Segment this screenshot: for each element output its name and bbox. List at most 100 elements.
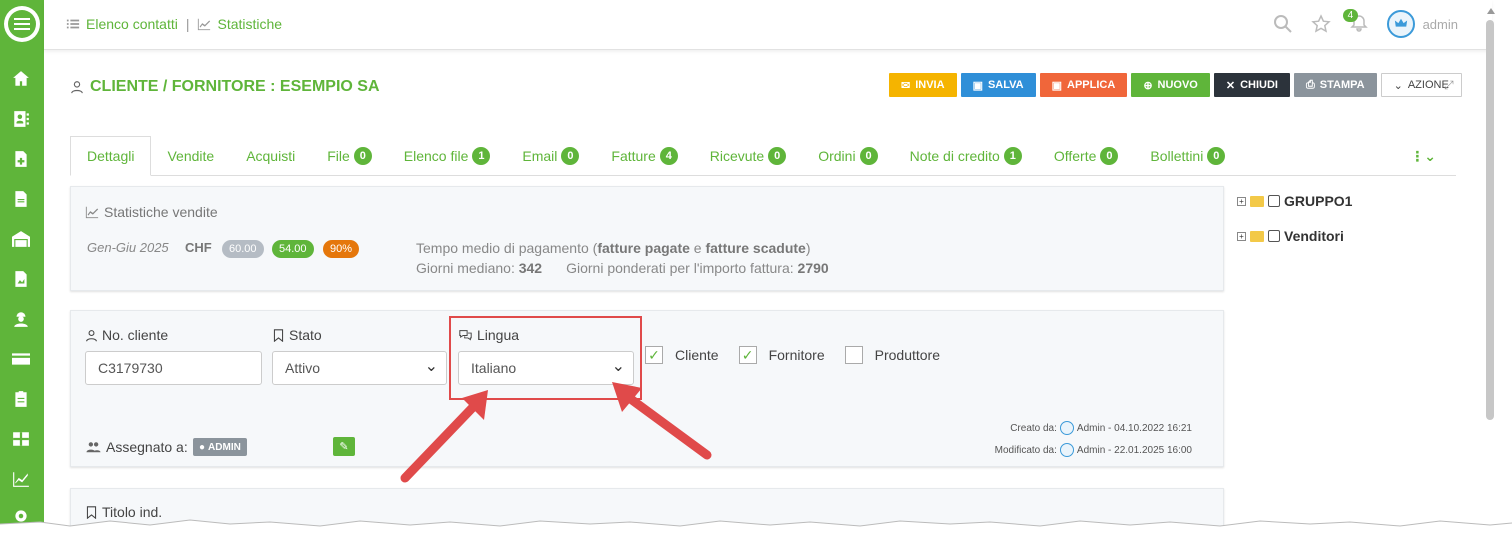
fornitore-checkbox[interactable]: ✓ xyxy=(738,346,757,364)
produttore-checkbox-label: Produttore xyxy=(874,347,940,363)
tab-fatture[interactable]: Fatture 4 xyxy=(595,136,693,176)
expand-plus-icon[interactable]: + xyxy=(1237,231,1246,241)
action-button-label: AZIONE xyxy=(1407,79,1449,91)
expand-plus-icon[interactable]: + xyxy=(1237,196,1246,206)
search-icon[interactable] xyxy=(1273,14,1293,34)
tab-ricevute[interactable]: Ricevute 0 xyxy=(694,136,802,176)
fornitore-checkbox-label: Fornitore xyxy=(768,347,825,363)
grid-icon[interactable] xyxy=(10,428,32,450)
clipboard-icon[interactable] xyxy=(10,388,32,410)
stato-select[interactable]: Attivo xyxy=(272,351,447,385)
new-document-icon[interactable] xyxy=(10,148,32,170)
tab-elenco-file[interactable]: Elenco file 1 xyxy=(388,136,507,176)
page-title-text: CLIENTE / FORNITORE : ESEMPIO SA xyxy=(90,78,380,95)
modified-by: Modificato da: Admin - 22.01.2025 16:00 xyxy=(995,443,1192,457)
giorni-ponderati-label: Giorni ponderati per l'importo fattura: xyxy=(566,260,794,276)
new-button-label: NUOVO xyxy=(1157,79,1198,91)
crumb-contacts-link[interactable]: Elenco contatti xyxy=(86,16,178,32)
tab-email[interactable]: Email 0 xyxy=(506,136,595,176)
floppy-icon: ▣ xyxy=(1051,79,1063,92)
stats-period: Gen-Giu 2025 xyxy=(87,240,169,255)
close-button[interactable]: ✕ CHIUDI xyxy=(1213,73,1290,97)
tab-vendite[interactable]: Vendite xyxy=(151,136,230,176)
tree-checkbox[interactable] xyxy=(1268,195,1280,207)
tab-file[interactable]: File 0 xyxy=(311,136,388,176)
contacts-icon[interactable] xyxy=(10,108,32,130)
no-cliente-input[interactable]: C3179730 xyxy=(85,351,262,385)
tempo-prefix: Tempo medio di pagamento ( xyxy=(416,240,598,256)
notifications[interactable]: 4 xyxy=(1342,8,1369,36)
produttore-checkbox[interactable] xyxy=(844,346,863,364)
expand-icon[interactable]: ⤢ xyxy=(1444,78,1458,92)
tab-label: Note di credito xyxy=(909,148,1000,164)
tree-checkbox[interactable] xyxy=(1268,230,1280,242)
tree-item-gruppo1[interactable]: + GRUPPO1 xyxy=(1237,193,1352,209)
report-icon[interactable] xyxy=(10,268,32,290)
send-button[interactable]: ✉ INVIA xyxy=(889,73,957,97)
print-button[interactable]: ⎙ STAMPA xyxy=(1293,73,1377,97)
fatture-scadute: fatture scadute xyxy=(705,240,806,256)
user-icon xyxy=(86,329,97,341)
app-logo[interactable] xyxy=(4,6,40,42)
tab-bollettini[interactable]: Bollettini 0 xyxy=(1134,136,1241,176)
edit-assignee-button[interactable]: ✎ xyxy=(333,437,355,456)
save-button-label: SALVA xyxy=(987,79,1024,91)
tab-note-di-credito[interactable]: Note di credito 1 xyxy=(894,136,1038,176)
stato-selected-value: Attivo xyxy=(285,360,321,376)
worker-icon[interactable] xyxy=(10,308,32,330)
toolbar: ✉ INVIA ▣ SALVA ▣ APPLICA ⊕ NUOVO ✕ CHIUDI ⎙ S… xyxy=(889,73,1462,97)
stats-currency: CHF xyxy=(185,240,212,255)
tab-bar: Dettagli Vendite Acquisti File 0 Elenco f… xyxy=(70,136,1456,176)
fatture-pagate: fatture pagate xyxy=(597,240,690,256)
home-icon[interactable] xyxy=(10,68,32,90)
admin-avatar-icon xyxy=(1059,443,1074,457)
assigned-user-name: ADMIN xyxy=(208,441,241,453)
user-name[interactable]: admin xyxy=(1423,17,1458,32)
tab-label: Fatture xyxy=(611,148,656,164)
user-icon: ● xyxy=(199,441,206,453)
avatar[interactable] xyxy=(1386,10,1415,38)
crumb-stats-link[interactable]: Statistiche xyxy=(217,16,282,32)
tab-dettagli[interactable]: Dettagli xyxy=(70,136,152,176)
chart-icon[interactable] xyxy=(10,468,32,490)
warehouse-icon[interactable] xyxy=(10,228,32,250)
new-button[interactable]: ⊕ NUOVO xyxy=(1131,73,1210,97)
assegnato-label: Assegnato a: xyxy=(85,439,188,455)
modified-by-label: Modificato da: xyxy=(994,444,1057,456)
tab-acquisti[interactable]: Acquisti xyxy=(230,136,311,176)
tree-item-venditori[interactable]: + Venditori xyxy=(1237,228,1344,244)
more-tabs-icon[interactable]: ⋮⌄ xyxy=(1410,148,1436,165)
apply-button-label: APPLICA xyxy=(1067,79,1116,91)
star-icon[interactable] xyxy=(1310,14,1331,34)
save-button[interactable]: ▣ SALVA xyxy=(960,73,1036,97)
stato-label: Stato xyxy=(272,327,322,343)
stats-title-text: Statistiche vendite xyxy=(104,204,218,220)
tab-label: File xyxy=(327,148,350,164)
page-title: CLIENTE / FORNITORE : ESEMPIO SA xyxy=(70,78,380,96)
stato-label-text: Stato xyxy=(289,327,322,343)
line-chart-icon xyxy=(198,18,211,31)
users-icon xyxy=(86,442,101,453)
tab-count-badge: 0 xyxy=(768,147,787,165)
stats-card: Statistiche vendite Gen-Giu 2025 CHF 60.… xyxy=(70,186,1224,291)
assigned-user-tag: ● ADMIN xyxy=(193,438,247,456)
tab-offerte[interactable]: Offerte 0 xyxy=(1038,136,1135,176)
stats-pill-gray: 60.00 xyxy=(222,240,264,258)
document-icon[interactable] xyxy=(10,188,32,210)
sidebar xyxy=(0,0,44,541)
scroll-up-arrow[interactable] xyxy=(1487,8,1495,14)
role-checkboxes: ✓ Cliente ✓ Fornitore Produttore xyxy=(575,346,960,364)
stats-title: Statistiche vendite xyxy=(85,204,218,220)
folder-icon xyxy=(1250,230,1264,242)
tab-ordini[interactable]: Ordini 0 xyxy=(802,136,893,176)
tree-item-label: Venditori xyxy=(1284,228,1344,244)
no-cliente-label: No. cliente xyxy=(85,327,168,343)
torn-edge xyxy=(0,519,1512,541)
scrollbar[interactable] xyxy=(1486,20,1494,420)
cliente-checkbox[interactable]: ✓ xyxy=(645,346,663,364)
credit-card-icon[interactable] xyxy=(10,348,32,370)
crown-icon xyxy=(1394,18,1407,27)
created-by: Creato da: Admin - 04.10.2022 16:21 xyxy=(1010,421,1192,435)
apply-button[interactable]: ▣ APPLICA xyxy=(1039,73,1128,97)
admin-avatar-icon xyxy=(1059,421,1074,435)
